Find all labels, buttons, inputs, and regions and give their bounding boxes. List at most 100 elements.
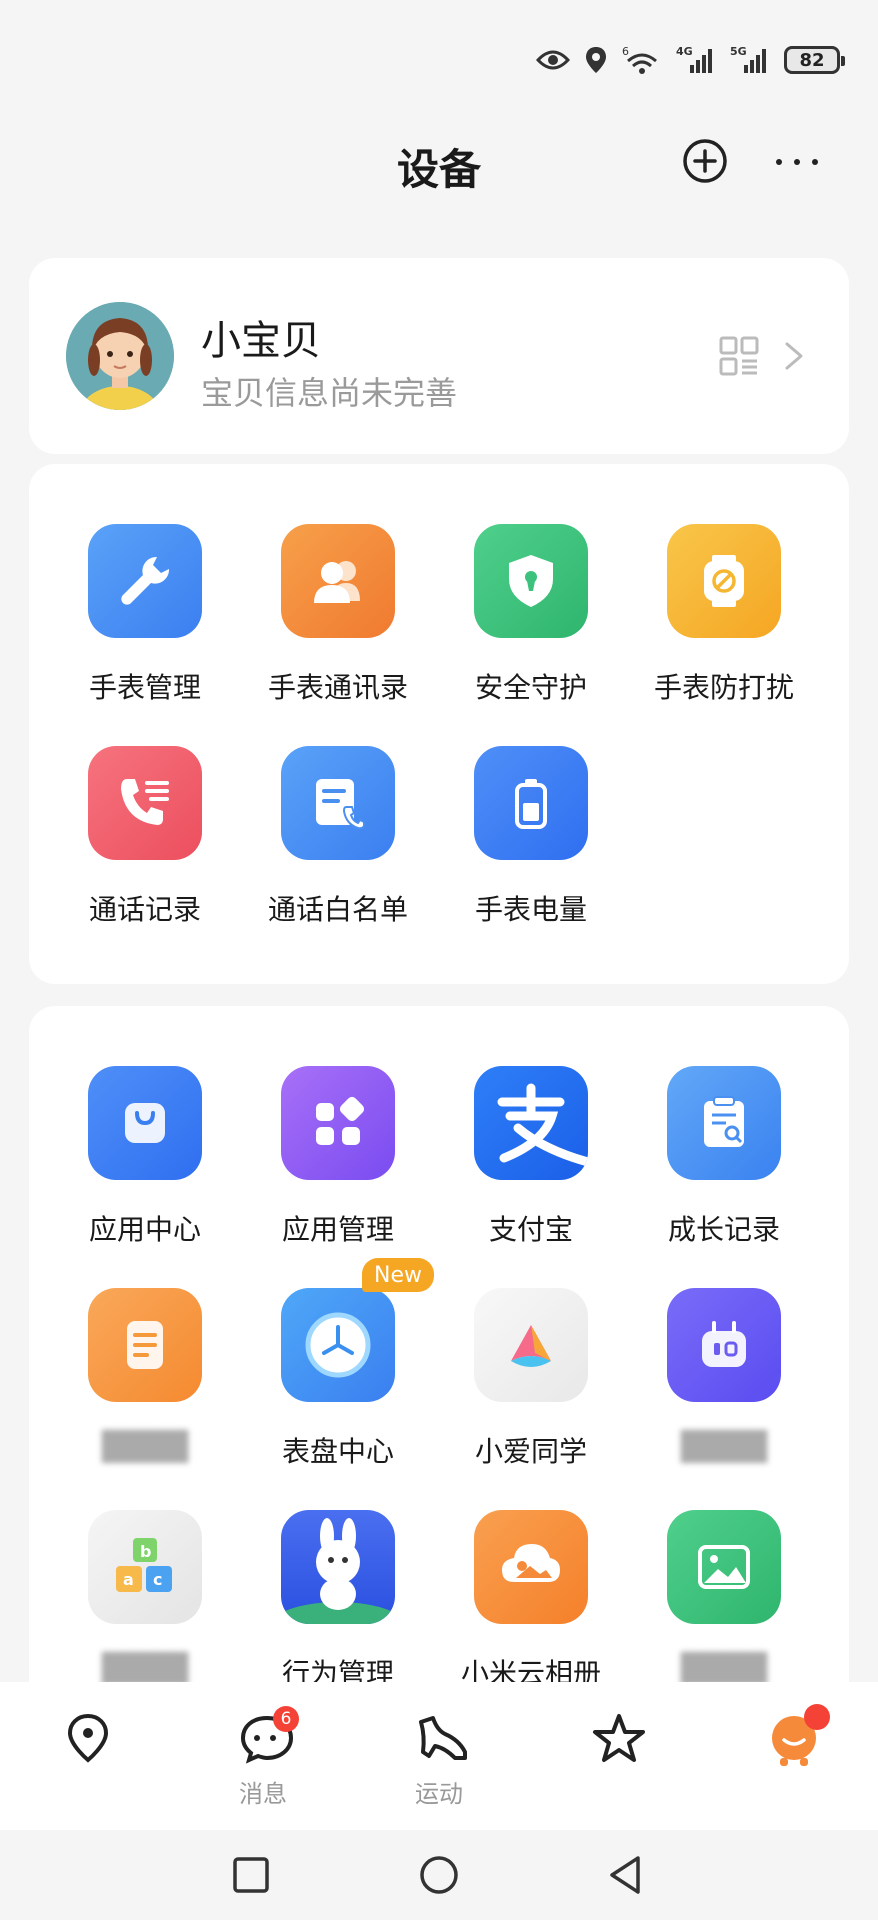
more-options-button[interactable] [776, 150, 828, 174]
watch-face-icon [281, 1288, 395, 1402]
grid-item-label: ████ [101, 1652, 189, 1685]
grid-item-call-log[interactable]: 通话记录 [55, 746, 235, 946]
nav-tab-messages[interactable]: 6 消息 [203, 1706, 323, 1812]
new-badge: New [362, 1258, 434, 1292]
alipay-icon [474, 1066, 588, 1180]
battery-level: 82 [799, 49, 825, 71]
watch-functions-card: 手表管理 手表通讯录 安全守护 手表防打扰 通话记录 通话白名单 手表电量 [29, 464, 849, 984]
grid-item-label: 手表管理 [88, 671, 201, 704]
grid-item-alipay[interactable]: 支付宝 [441, 1066, 621, 1266]
grid-item-label: 应用管理 [281, 1213, 394, 1246]
wrench-icon [88, 524, 202, 638]
grid-item-label: 手表防打扰 [653, 671, 794, 704]
grid-item-watch-battery[interactable]: 手表电量 [441, 746, 621, 946]
whitelist-icon [281, 746, 395, 860]
grid-item-call-whitelist[interactable]: 通话白名单 [248, 746, 428, 946]
avatar[interactable] [66, 302, 174, 410]
grid-item-label: 小爱同学 [474, 1435, 587, 1468]
chevron-right-icon[interactable] [783, 340, 805, 372]
document-icon [88, 1288, 202, 1402]
grid-item-label: 成长记录 [667, 1213, 780, 1246]
nav-tab-location[interactable] [28, 1712, 148, 1812]
bottom-navigation: 6 消息 运动 [0, 1682, 878, 1830]
nav-label: 运动 [415, 1780, 463, 1808]
grid-item-watch-face-center[interactable]: New 表盘中心 [248, 1258, 434, 1488]
sport-shoe-icon [419, 1716, 467, 1760]
growth-record-icon [667, 1066, 781, 1180]
location-pin-icon [586, 47, 606, 73]
do-not-disturb-watch-icon [667, 524, 781, 638]
svg-text:6: 6 [622, 45, 629, 58]
app-store-icon [88, 1066, 202, 1180]
nav-tab-profile[interactable] [730, 1704, 850, 1812]
grid-item-label: 安全守护 [474, 671, 587, 704]
call-log-icon [88, 746, 202, 860]
grid-item-watch-contacts[interactable]: 手表通讯录 [248, 524, 428, 724]
grid-item-label: 应用中心 [88, 1213, 201, 1246]
dot [776, 159, 782, 165]
profile-card[interactable]: 小宝贝 宝贝信息尚未完善 [29, 258, 849, 454]
nav-tab-favorites[interactable] [555, 1712, 675, 1812]
grid-item-watch-management[interactable]: 手表管理 [55, 524, 235, 724]
message-count-badge: 6 [273, 1706, 299, 1732]
back-button[interactable] [602, 1852, 648, 1898]
signal-5g-icon: 5G [730, 45, 766, 73]
grid-item-app-center[interactable]: 应用中心 [55, 1066, 235, 1266]
svg-text:4G: 4G [676, 45, 693, 58]
qr-code-icon[interactable] [719, 336, 759, 376]
battery-indicator: 82 [784, 46, 845, 74]
grid-item-do-not-disturb[interactable]: 手表防打扰 [634, 524, 814, 724]
grid-item-robot[interactable]: ████ [634, 1288, 814, 1488]
profile-subtitle: 宝贝信息尚未完善 [201, 374, 458, 412]
grid-item-safety-guard[interactable]: 安全守护 [441, 524, 621, 724]
nav-label: 消息 [239, 1780, 287, 1808]
header: 设备 [0, 120, 878, 202]
grid-item-label: ████ [680, 1652, 768, 1685]
grid-item-document[interactable]: ████ [55, 1288, 235, 1488]
grid-item-label: 手表通讯录 [267, 671, 408, 704]
recent-apps-button[interactable] [228, 1852, 274, 1898]
shield-icon [474, 524, 588, 638]
wifi-icon: 6 [622, 45, 657, 74]
page-title: 设备 [396, 145, 481, 194]
system-navigation-bar [0, 1830, 878, 1920]
dot [794, 159, 800, 165]
apps-card: 应用中心 应用管理 支付宝 成长记录 ████ New 表盘中心 小爱同学 ██… [29, 1006, 849, 1706]
cloud-album-icon [474, 1510, 588, 1624]
blocks-icon: bac [88, 1510, 202, 1624]
grid-item-photo[interactable]: ████ [634, 1510, 814, 1710]
grid-item-app-management[interactable]: 应用管理 [248, 1066, 428, 1266]
grid-item-blocks[interactable]: bac ████ [55, 1510, 235, 1710]
xiaoai-icon [474, 1288, 588, 1402]
grid-item-label: 支付宝 [488, 1213, 573, 1246]
svg-text:c: c [153, 1570, 162, 1589]
rabbit-icon [281, 1510, 395, 1624]
dot [812, 159, 818, 165]
profile-name: 小宝贝 [201, 318, 321, 364]
photo-icon [667, 1510, 781, 1624]
grid-item-label: 通话白名单 [267, 893, 408, 926]
add-device-button[interactable] [682, 138, 728, 184]
svg-text:b: b [140, 1542, 151, 1561]
notification-dot [804, 1704, 830, 1730]
grid-item-label: 手表电量 [474, 893, 587, 926]
grid-item-behavior-management[interactable]: 行为管理 [248, 1510, 428, 1710]
grid-item-label: 通话记录 [88, 893, 201, 926]
home-button[interactable] [416, 1852, 462, 1898]
contacts-icon [281, 524, 395, 638]
robot-icon [667, 1288, 781, 1402]
signal-4g-icon: 4G [676, 45, 712, 73]
grid-item-xiaoai[interactable]: 小爱同学 [441, 1288, 621, 1488]
grid-item-label: ████ [101, 1430, 189, 1463]
grid-item-label: ████ [680, 1430, 768, 1463]
battery-icon [474, 746, 588, 860]
grid-item-growth-record[interactable]: 成长记录 [634, 1066, 814, 1266]
grid-item-cloud-album[interactable]: 小米云相册 [441, 1510, 621, 1710]
eye-icon [536, 50, 570, 70]
star-icon [593, 1714, 645, 1762]
device-page: 6 4G 5G 82 设备 小宝贝 宝贝信息尚未完善 手表管理 手表通讯录 安全… [0, 0, 878, 1920]
svg-text:a: a [123, 1570, 134, 1589]
svg-text:5G: 5G [730, 45, 747, 58]
status-bar: 6 4G 5G 82 [536, 40, 845, 80]
nav-tab-sport[interactable]: 运动 [379, 1712, 499, 1812]
